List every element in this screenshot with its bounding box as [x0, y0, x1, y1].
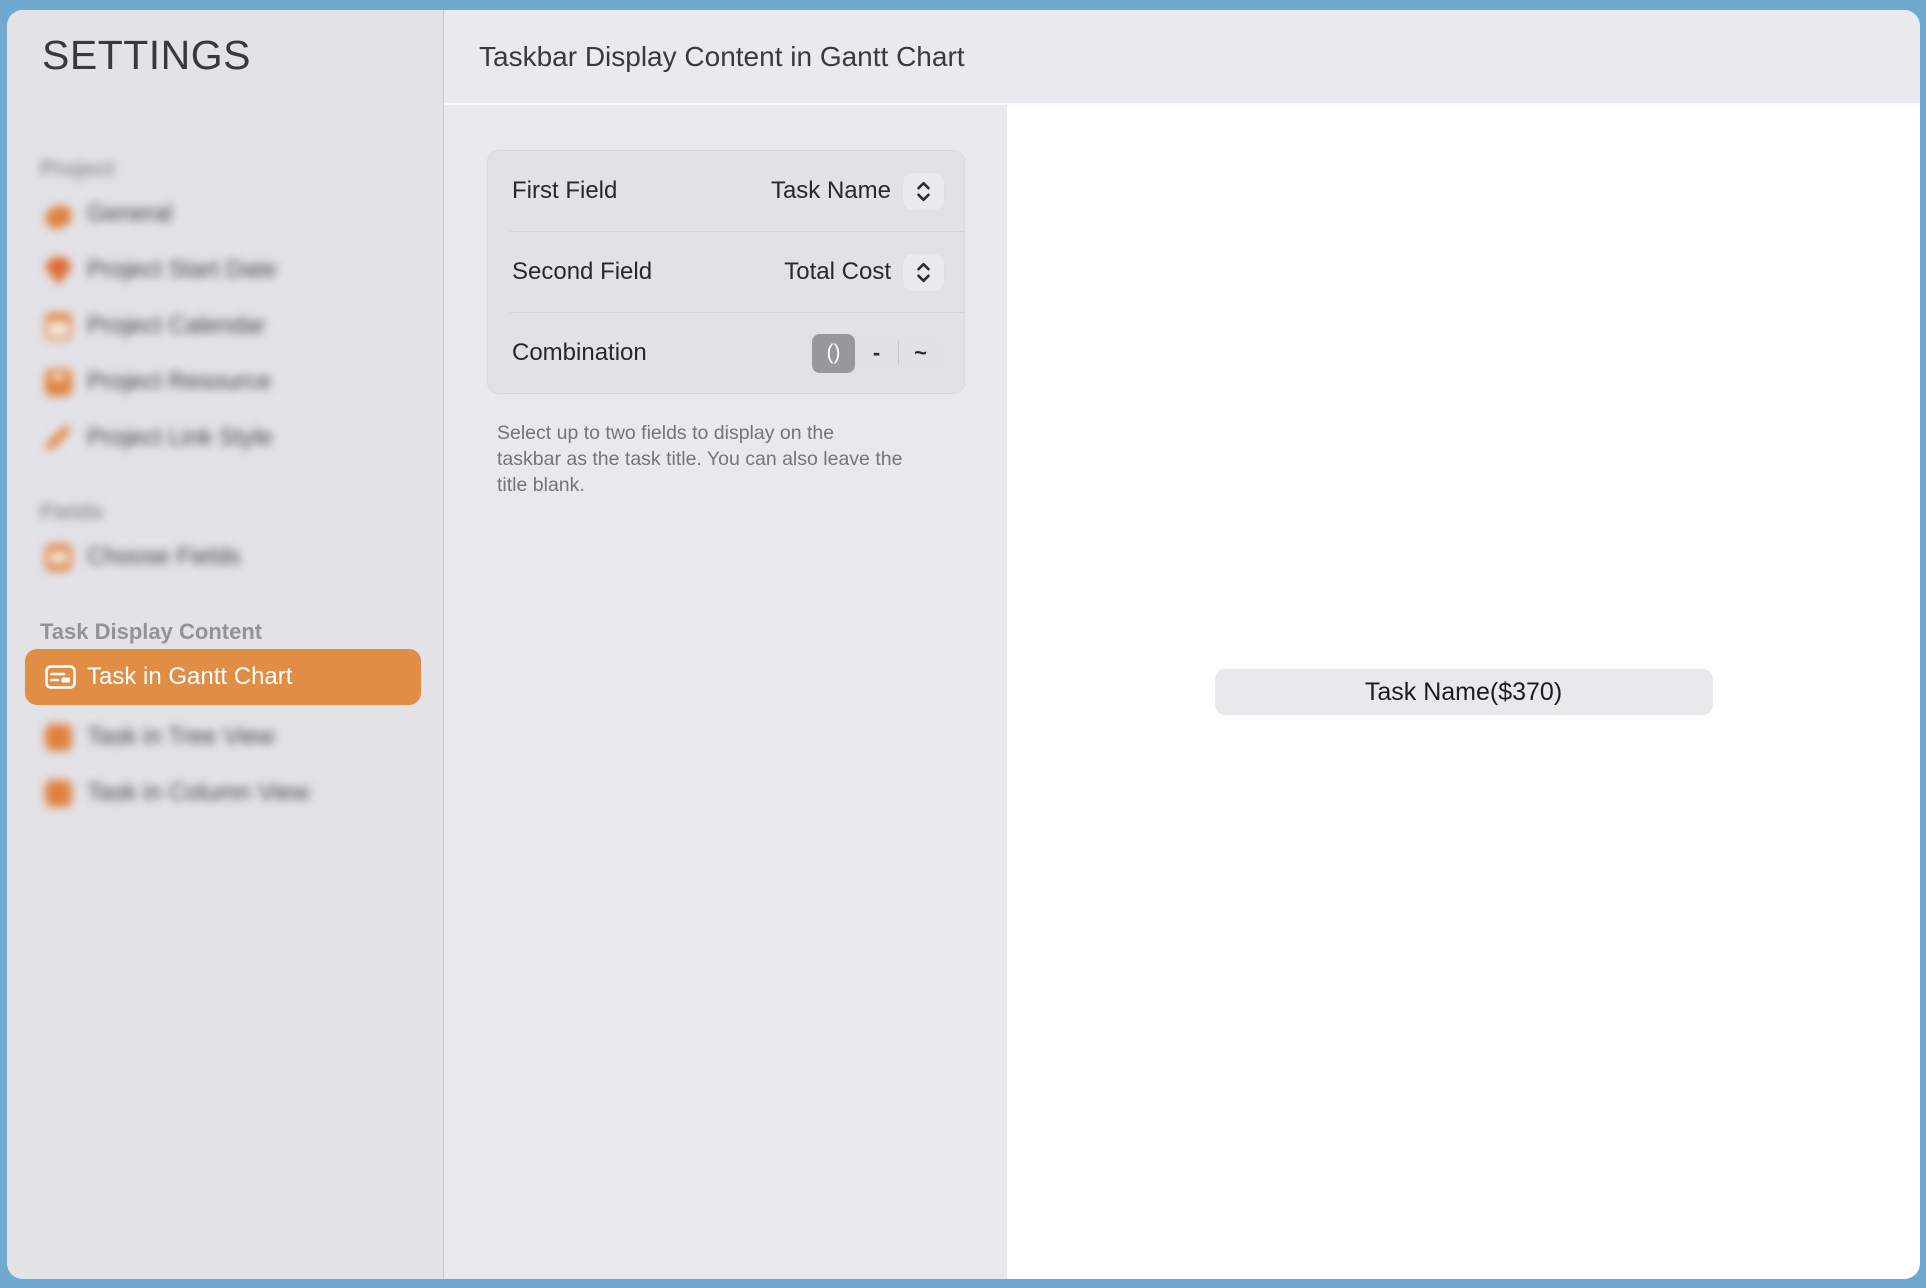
task-in-column-view-icon [45, 780, 72, 807]
sidebar-item-label: Project Resource [87, 368, 271, 396]
second-field-label: Second Field [512, 258, 784, 286]
second-field-popup[interactable]: Total Cost [784, 254, 944, 291]
combination-segmented-control: () - ~ [810, 332, 944, 375]
combination-option-dash[interactable]: - [855, 334, 898, 373]
sidebar-nav: Project General Project Start Date Proje… [7, 10, 443, 821]
updown-chevrons-icon[interactable] [903, 254, 944, 291]
sidebar-item-project-link-style[interactable]: Project Link Style [25, 410, 421, 466]
project-resource-icon [45, 369, 72, 396]
project-start-date-icon [45, 257, 72, 284]
combination-row: Combination () - ~ [488, 313, 964, 393]
sidebar-item-project-resource[interactable]: Project Resource [25, 354, 421, 410]
sidebar: SETTINGS Project General Project Start D… [7, 10, 444, 1279]
sidebar-item-label: Project Calendar [87, 312, 266, 340]
first-field-value: Task Name [771, 177, 891, 205]
section-header-fields: Fields [7, 495, 443, 529]
task-in-tree-view-icon [45, 724, 72, 751]
first-field-popup[interactable]: Task Name [771, 173, 944, 210]
sidebar-item-label: Task in Tree View [87, 723, 275, 751]
sidebar-item-label: General [87, 200, 172, 228]
sidebar-item-label: Choose Fields [87, 543, 240, 571]
second-field-row: Second Field Total Cost [488, 232, 964, 312]
sidebar-item-label: Task in Column View [87, 779, 309, 807]
section-header-task-display-content: Task Display Content [7, 615, 443, 649]
sidebar-item-label: Project Link Style [87, 424, 272, 452]
content: First Field Task Name [444, 105, 1920, 1279]
updown-chevrons-icon[interactable] [903, 173, 944, 210]
settings-window: SETTINGS Project General Project Start D… [7, 10, 1920, 1279]
preview-panel: Task Name($370) [1007, 105, 1920, 1279]
settings-panel: First Field Task Name [444, 105, 1007, 1279]
combination-option-tilde[interactable]: ~ [899, 334, 942, 373]
sidebar-item-project-start-date[interactable]: Project Start Date [25, 242, 421, 298]
main-header: Taskbar Display Content in Gantt Chart [444, 10, 1920, 105]
main-area: Taskbar Display Content in Gantt Chart F… [444, 10, 1920, 1279]
choose-fields-icon [45, 544, 72, 571]
sidebar-item-project-calendar[interactable]: Project Calendar [25, 298, 421, 354]
sidebar-item-task-in-column-view[interactable]: Task in Column View [25, 765, 421, 821]
sidebar-item-task-in-tree-view[interactable]: Task in Tree View [25, 709, 421, 765]
settings-card: First Field Task Name [487, 150, 965, 394]
settings-description: Select up to two fields to display on th… [497, 420, 967, 498]
section-header-project: Project [7, 152, 443, 186]
page-title: Taskbar Display Content in Gantt Chart [479, 41, 965, 73]
first-field-label: First Field [512, 177, 771, 205]
sidebar-item-label: Task in Gantt Chart [87, 663, 292, 691]
second-field-value: Total Cost [784, 258, 891, 286]
first-field-row: First Field Task Name [488, 151, 964, 231]
general-icon [42, 202, 74, 231]
combination-option-parentheses[interactable]: () [812, 334, 855, 373]
project-link-style-icon [45, 425, 72, 452]
project-calendar-icon [45, 313, 72, 340]
sidebar-item-general[interactable]: General [25, 186, 421, 242]
combination-label: Combination [512, 339, 810, 367]
sidebar-item-choose-fields[interactable]: Choose Fields [25, 529, 421, 585]
task-in-gantt-chart-icon [45, 664, 72, 691]
sidebar-item-task-in-gantt-chart[interactable]: Task in Gantt Chart [25, 649, 421, 705]
taskbar-preview: Task Name($370) [1215, 669, 1713, 715]
sidebar-item-label: Project Start Date [87, 256, 276, 284]
